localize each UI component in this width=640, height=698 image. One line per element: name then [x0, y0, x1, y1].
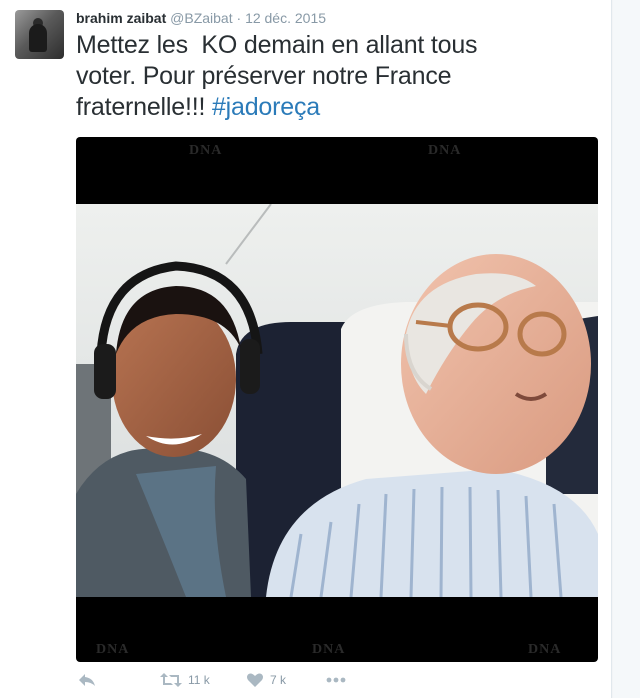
- page-background: [613, 0, 640, 698]
- watermark-logo: DNA: [96, 642, 130, 657]
- reply-icon: [79, 674, 95, 686]
- selfie-illustration: [76, 204, 598, 597]
- hashtag-link[interactable]: #jadoreça: [212, 93, 320, 121]
- tweet-date[interactable]: 12 déc. 2015: [245, 10, 326, 26]
- selfie-photo: [76, 204, 598, 597]
- tweet-media[interactable]: DNA DNA DNA DNA DNA: [76, 137, 598, 662]
- watermark-logo: DNA: [189, 143, 223, 158]
- watermark-logo: DNA: [428, 143, 462, 158]
- like-button[interactable]: 7 k: [246, 668, 286, 692]
- more-icon: [326, 677, 346, 683]
- user-fullname[interactable]: brahim zaibat: [76, 10, 166, 26]
- avatar-figure-body: [29, 24, 47, 52]
- avatar[interactable]: [15, 10, 64, 59]
- tweet-actions: 11 k 7 k: [76, 668, 606, 692]
- heart-icon: [247, 673, 263, 687]
- retweet-button[interactable]: 11 k: [160, 668, 210, 692]
- header-separator: ·: [232, 10, 246, 26]
- tweet-text: Mettez les KO demain en allant tous vote…: [76, 30, 596, 123]
- more-button[interactable]: [326, 668, 346, 692]
- reply-button[interactable]: [78, 668, 96, 692]
- watermark-logo: DNA: [312, 642, 346, 657]
- retweet-count: 11 k: [188, 673, 210, 687]
- tweet-text-line: voter. Pour préserver notre France: [76, 62, 452, 90]
- tweet-card[interactable]: brahim zaibat @BZaibat · 12 déc. 2015 Me…: [0, 0, 612, 698]
- retweet-icon: [160, 673, 182, 687]
- watermark-logo: DNA: [528, 642, 562, 657]
- tweet-text-fragment: fraternelle!!!: [76, 93, 212, 121]
- tweet-text-line: Mettez les KO demain en allant tous: [76, 31, 478, 59]
- tweet-header: brahim zaibat @BZaibat · 12 déc. 2015: [76, 10, 326, 26]
- tweet-text-line: fraternelle!!! #jadoreça: [76, 92, 596, 123]
- user-handle[interactable]: @BZaibat: [170, 10, 232, 26]
- like-count: 7 k: [270, 673, 287, 687]
